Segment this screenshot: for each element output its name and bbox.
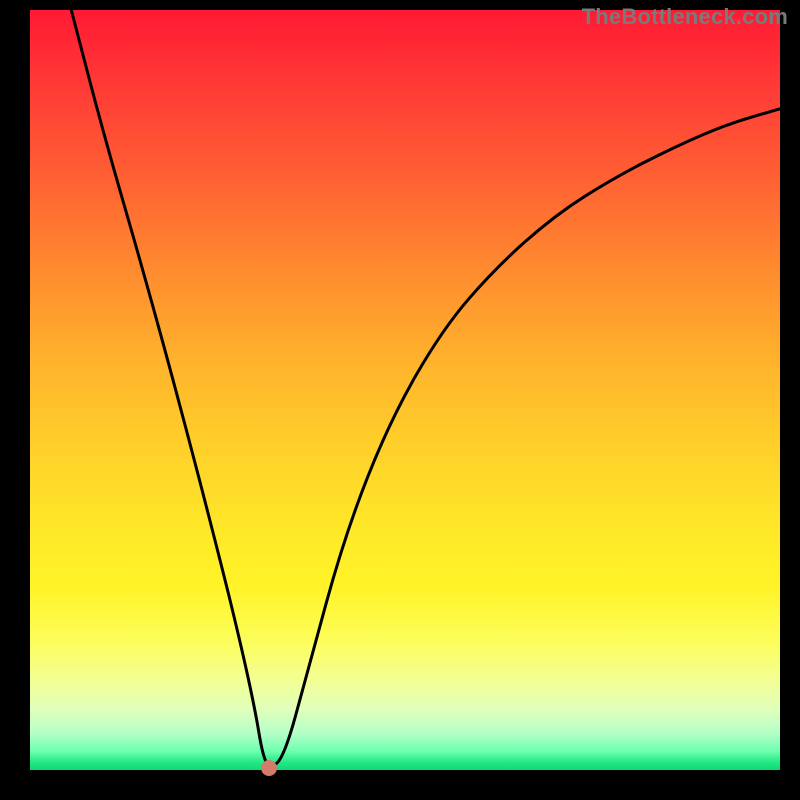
bottleneck-curve [71,10,780,766]
chart-canvas: TheBottleneck.com [0,0,800,800]
curve-svg [30,10,780,770]
watermark-text: TheBottleneck.com [582,4,788,30]
plot-area [30,10,780,770]
optimum-marker [261,760,277,776]
